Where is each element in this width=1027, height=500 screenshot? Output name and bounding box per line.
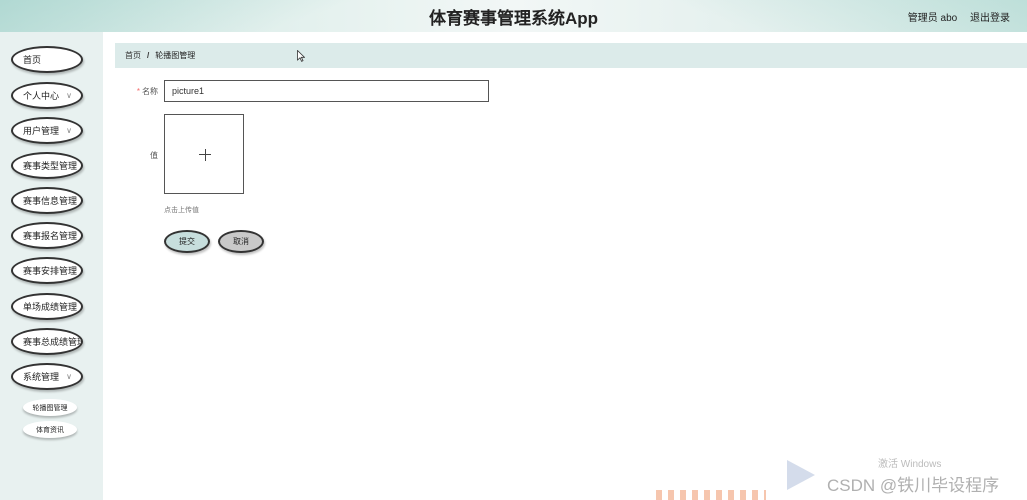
breadcrumb-separator: / [147, 51, 150, 60]
sidebar-item-label: 个人中心 [23, 91, 60, 101]
submit-button[interactable]: 提交 [164, 230, 210, 253]
sidebar: 首页 个人中心 ∨ 用户管理 ∨ 赛事类型管理 赛事信息管理 赛事报名管理 赛事… [0, 32, 103, 500]
required-mark: * [136, 87, 140, 96]
sidebar-item-label: 赛事总成绩管理 [23, 337, 83, 347]
sidebar-subitem-carousel-management[interactable]: 轮播图管理 [23, 399, 77, 416]
sidebar-item-label: 系统管理 [23, 372, 60, 382]
sidebar-subitem-label: 体育资讯 [36, 426, 64, 434]
sidebar-item-event-registration-management[interactable]: 赛事报名管理 [11, 222, 83, 249]
sidebar-item-total-score-management[interactable]: 赛事总成绩管理 [11, 328, 83, 355]
sidebar-item-event-type-management[interactable]: 赛事类型管理 [11, 152, 83, 179]
sidebar-item-event-info-management[interactable]: 赛事信息管理 [11, 187, 83, 214]
name-field-label: * 名称 [130, 86, 158, 97]
sidebar-item-single-score-management[interactable]: 单场成绩管理 [11, 293, 83, 320]
submit-button-label: 提交 [179, 237, 195, 246]
chevron-down-icon: ∨ [66, 372, 72, 381]
sidebar-item-personal-center[interactable]: 个人中心 ∨ [11, 82, 83, 109]
logout-link[interactable]: 退出登录 [970, 13, 1010, 24]
cancel-button[interactable]: 取消 [218, 230, 264, 253]
csdn-watermark: CSDN @铁川毕设程序 [827, 476, 1000, 495]
sidebar-item-label: 用户管理 [23, 126, 60, 136]
admin-user-label: 管理员 abo [907, 13, 958, 24]
plus-icon-vertical [204, 148, 206, 161]
mouse-cursor-icon [297, 50, 305, 62]
sidebar-item-label: 首页 [23, 55, 42, 65]
name-label-text: 名称 [142, 87, 158, 96]
windows-activation-watermark: 激活 Windows [878, 459, 942, 470]
sidebar-item-event-schedule-management[interactable]: 赛事安排管理 [11, 257, 83, 284]
sidebar-item-user-management[interactable]: 用户管理 ∨ [11, 117, 83, 144]
sidebar-item-system-management[interactable]: 系统管理 ∨ [11, 363, 83, 390]
sidebar-item-label: 赛事信息管理 [23, 196, 78, 206]
bottom-toolbar-strip [656, 490, 766, 500]
sidebar-subitem-sports-news[interactable]: 体育资讯 [23, 421, 77, 438]
sidebar-item-label: 单场成绩管理 [23, 302, 78, 312]
user-area: 管理员 abo 退出登录 [898, 9, 1010, 24]
top-header: 体育赛事管理系统App 管理员 abo 退出登录 [0, 0, 1027, 32]
upload-hint: 点击上传值 [164, 207, 199, 214]
cancel-button-label: 取消 [233, 237, 249, 246]
breadcrumb: 首页 / 轮播图管理 [115, 43, 1027, 68]
chevron-down-icon: ∨ [66, 126, 72, 135]
chevron-down-icon: ∨ [66, 91, 72, 100]
sidebar-item-label: 赛事安排管理 [23, 266, 78, 276]
sidebar-item-label: 赛事报名管理 [23, 231, 78, 241]
breadcrumb-current: 轮播图管理 [155, 51, 196, 60]
watermark-logo-icon [787, 460, 815, 490]
sidebar-item-label: 赛事类型管理 [23, 161, 78, 171]
sidebar-item-home[interactable]: 首页 [11, 46, 83, 73]
app-title: 体育赛事管理系统App [428, 9, 599, 28]
breadcrumb-home-link[interactable]: 首页 [125, 50, 141, 61]
name-input[interactable] [164, 80, 489, 102]
image-upload-box[interactable] [164, 114, 244, 194]
sidebar-subitem-label: 轮播图管理 [32, 404, 68, 412]
value-field-label: 值 [150, 151, 158, 160]
